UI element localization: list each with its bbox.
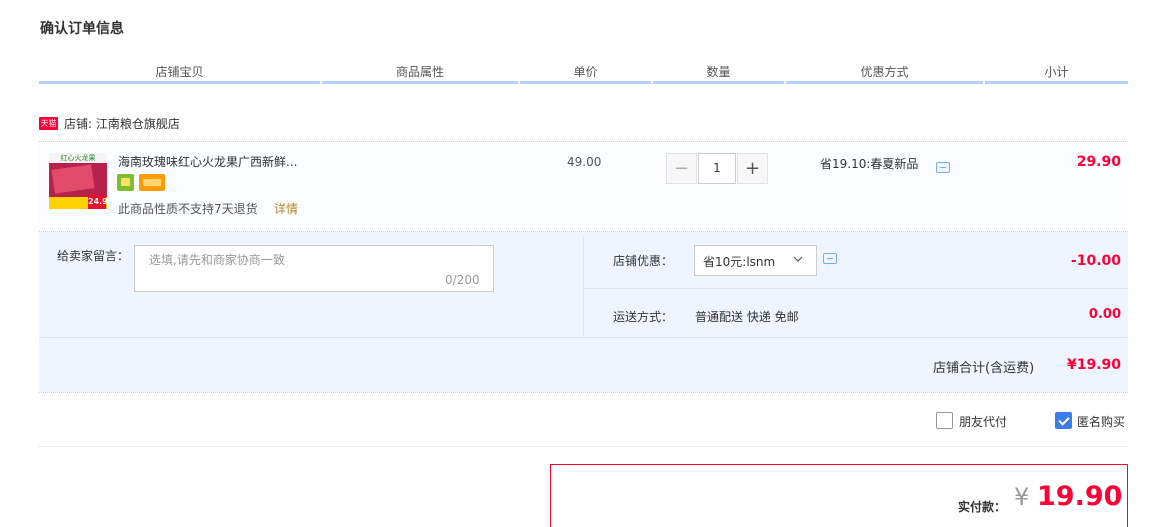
payment-label: 实付款： xyxy=(958,500,1007,514)
payment-amount: 19.90 xyxy=(1037,481,1123,512)
header-underline xyxy=(520,81,651,84)
decrease-quantity-button[interactable]: − xyxy=(666,153,697,184)
header-underline xyxy=(985,81,1128,84)
page-title: 确认订单信息 xyxy=(40,21,124,37)
shipping-method-label: 运送方式： xyxy=(613,310,674,324)
credit-card-icon[interactable] xyxy=(139,174,165,191)
product-title-link[interactable]: 海南玫瑰味红心火龙果广西新鲜... xyxy=(118,153,297,170)
quantity-input[interactable]: 1 xyxy=(698,153,736,184)
header-underline xyxy=(322,81,518,84)
divider xyxy=(39,446,1128,447)
friend-pay-label[interactable]: 朋友代付 xyxy=(959,413,1007,430)
quantity-stepper: − 1 + xyxy=(666,153,768,184)
header-underline xyxy=(39,81,320,84)
seller-message-label: 给卖家留言： xyxy=(57,249,130,263)
column-header-quantity: 数量 xyxy=(706,65,731,79)
vertical-divider xyxy=(583,236,584,336)
horizontal-divider xyxy=(584,288,1128,289)
increase-quantity-button[interactable]: + xyxy=(737,153,768,184)
shop-discount-selected: 省10元:lsnm xyxy=(703,255,776,269)
shop-row: 天猫 店铺: 江南粮仓旗舰店 xyxy=(39,113,180,133)
divider xyxy=(39,337,1128,338)
chat-bubble-icon[interactable] xyxy=(936,162,950,173)
price-badge: 24.9 xyxy=(88,195,107,209)
divider xyxy=(39,392,1128,393)
fruit-image xyxy=(51,164,95,194)
chat-bubble-icon[interactable] xyxy=(823,253,837,264)
friend-pay-checkbox[interactable] xyxy=(936,412,953,429)
header-underline xyxy=(653,81,784,84)
column-header-subtotal: 小计 xyxy=(1044,65,1069,79)
shop-discount-amount: -10.00 xyxy=(1070,253,1121,269)
shop-name[interactable]: 店铺: 江南粮仓旗舰店 xyxy=(64,115,180,132)
unit-price: 49.00 xyxy=(567,155,602,169)
detail-link[interactable]: 详情 xyxy=(274,200,298,217)
anonymous-purchase-checkbox[interactable] xyxy=(1055,412,1072,429)
thumbnail-caption: 红心火龙果 xyxy=(49,153,107,163)
tmall-logo-icon: 天猫 xyxy=(39,116,58,130)
column-header-discount: 优惠方式 xyxy=(860,65,909,79)
anonymous-purchase-label[interactable]: 匿名购买 xyxy=(1077,413,1125,430)
column-header-shop-item: 店铺宝贝 xyxy=(155,65,204,79)
shop-total-label: 店铺合计(含运费) xyxy=(933,361,1035,376)
chevron-down-icon xyxy=(793,256,803,262)
seller-message-placeholder: 选填,请先和商家协商一致 xyxy=(149,253,285,267)
currency-symbol: ¥ xyxy=(1014,483,1030,511)
character-counter: 0/200 xyxy=(445,273,480,287)
column-header-attributes: 商品属性 xyxy=(395,65,444,79)
shopping-bag-icon[interactable] xyxy=(117,174,134,191)
shop-discount-label: 店铺优惠： xyxy=(613,254,674,268)
product-thumbnail[interactable]: 红心火龙果 24.9 xyxy=(49,153,107,209)
shop-total-amount: ¥19.90 xyxy=(1066,357,1121,373)
column-header-unit-price: 单价 xyxy=(573,65,598,79)
no-return-notice: 此商品性质不支持7天退货 xyxy=(118,202,258,216)
shipping-fee: 0.00 xyxy=(1088,307,1121,322)
item-promotion: 省19.10:春夏新品 xyxy=(820,157,919,171)
item-subtotal: 29.90 xyxy=(1076,154,1121,170)
shipping-method-value: 普通配送 快递 免邮 xyxy=(695,310,799,324)
header-underline xyxy=(786,81,983,84)
